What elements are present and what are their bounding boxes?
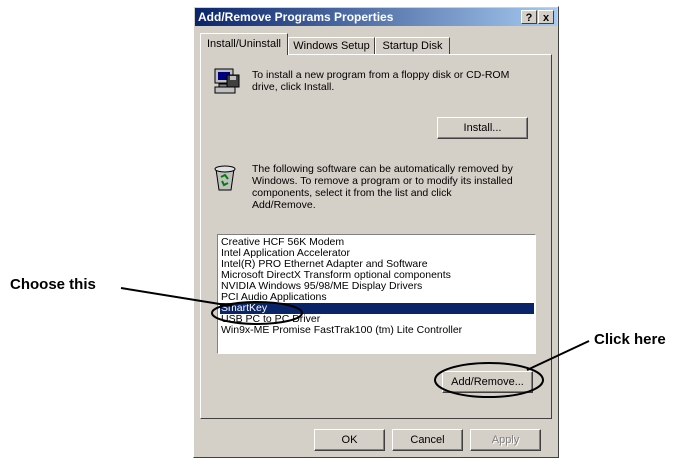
tab-install-uninstall[interactable]: Install/Uninstall <box>200 33 288 55</box>
pointer-line-right <box>526 340 590 371</box>
pointer-line-left <box>120 287 233 307</box>
annotation-overlay <box>120 287 590 398</box>
highlight-ellipse-selected-item <box>211 301 303 325</box>
highlight-ellipse-add-remove <box>434 362 544 398</box>
